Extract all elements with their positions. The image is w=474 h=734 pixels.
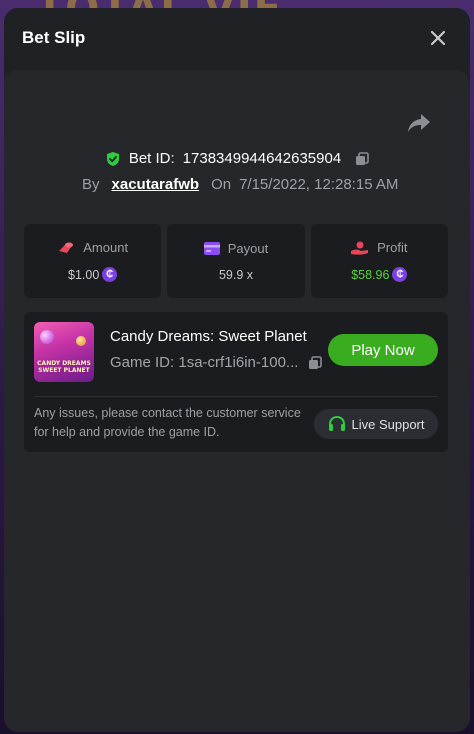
close-button[interactable] bbox=[428, 28, 448, 48]
bet-date: 7/15/2022, 12:28:15 AM bbox=[239, 176, 399, 193]
stat-profit: Profit $58.96 ₵ bbox=[310, 224, 448, 298]
bet-id-value: 1738349944642635904 bbox=[182, 150, 342, 167]
support-message: Any issues, please contact the customer … bbox=[34, 406, 301, 439]
game-name: Candy Dreams: Sweet Planet bbox=[110, 328, 307, 345]
profit-label: Profit bbox=[377, 240, 408, 255]
hand-coin-icon bbox=[351, 241, 369, 255]
headset-icon bbox=[328, 416, 345, 431]
live-support-label: Live Support bbox=[351, 416, 425, 432]
payout-label: Payout bbox=[227, 240, 269, 256]
game-thumbnail-text: CANDY DREAMS SWEET PLANET bbox=[37, 360, 91, 374]
game-id: Game ID: 1sa-crf1i6in-100... bbox=[110, 354, 299, 371]
game-id-row: Game ID: 1sa-crf1i6in-100... bbox=[110, 354, 323, 371]
game-thumbnail[interactable]: CANDY DREAMS SWEET PLANET bbox=[34, 322, 94, 382]
by-label: By bbox=[82, 176, 100, 193]
divider bbox=[34, 396, 438, 397]
currency-coin-icon: ₵ bbox=[102, 267, 118, 282]
username-link[interactable]: xacutarafwb bbox=[112, 176, 200, 193]
card-icon bbox=[203, 241, 220, 255]
close-icon bbox=[430, 30, 446, 46]
coins-icon bbox=[59, 242, 74, 253]
verified-shield-icon bbox=[106, 151, 119, 166]
amount-label: Amount bbox=[83, 240, 129, 255]
bet-meta-row: By xacutarafwb On 7/15/2022, 12:28:15 AM bbox=[82, 176, 398, 193]
modal-title: Bet Slip bbox=[22, 28, 86, 47]
bet-id-label: Bet ID: bbox=[128, 150, 175, 167]
share-button[interactable] bbox=[406, 112, 432, 134]
amount-value: $1.00 bbox=[68, 267, 100, 282]
share-icon bbox=[408, 114, 430, 132]
bet-slip-body: Bet ID: 1738349944642635904 By xacutaraf… bbox=[4, 70, 470, 732]
profit-value: $58.96 bbox=[351, 267, 390, 282]
live-support-button[interactable]: Live Support bbox=[314, 409, 438, 439]
play-now-button[interactable]: Play Now bbox=[328, 334, 438, 366]
currency-coin-icon: ₵ bbox=[392, 267, 408, 282]
copy-icon[interactable] bbox=[308, 355, 323, 370]
stat-amount: Amount $1.00 ₵ bbox=[24, 224, 162, 298]
on-label: On bbox=[211, 176, 232, 193]
game-card: CANDY DREAMS SWEET PLANET Candy Dreams: … bbox=[24, 312, 448, 452]
modal-header: Bet Slip bbox=[4, 8, 470, 72]
bet-id-row: Bet ID: 1738349944642635904 bbox=[4, 150, 470, 167]
payout-value: 59.9 x bbox=[218, 267, 254, 282]
stat-payout: Payout 59.9 x bbox=[167, 224, 305, 298]
copy-icon[interactable] bbox=[355, 151, 369, 166]
bet-slip-modal: Bet Slip Bet ID: 1738349944642635904 By … bbox=[4, 8, 470, 732]
bet-stats: Amount $1.00 ₵ Payout 59.9 x Profit $58.… bbox=[24, 224, 448, 298]
